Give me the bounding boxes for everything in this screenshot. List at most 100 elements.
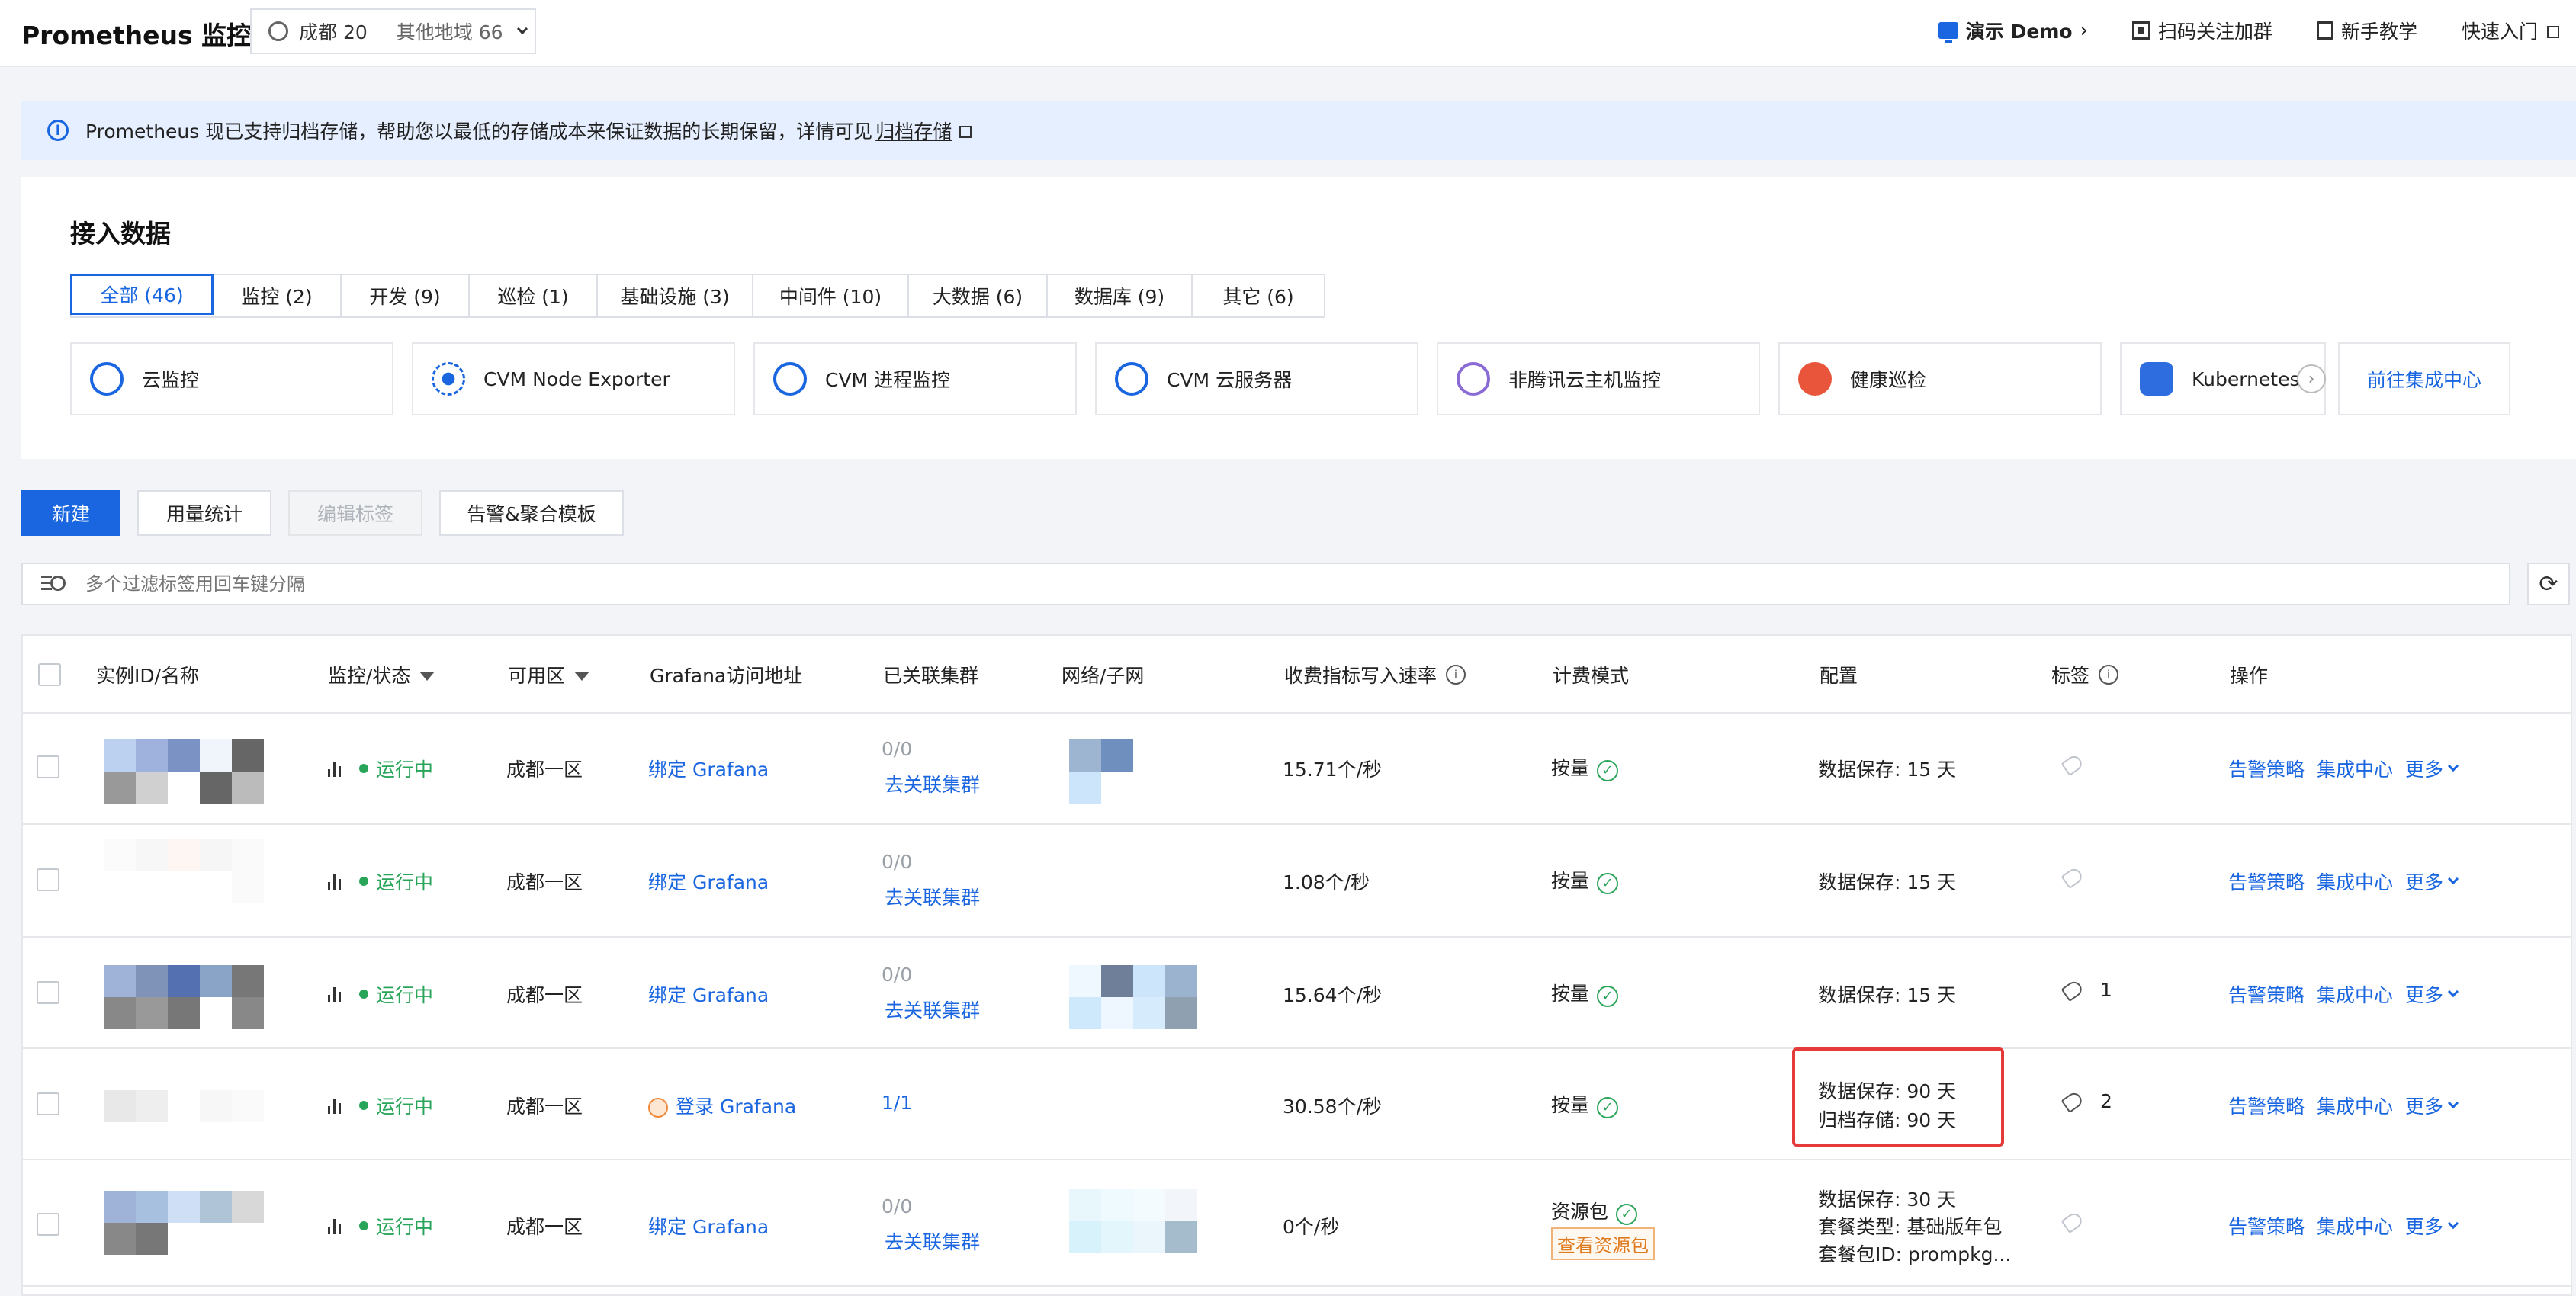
integration-center-link[interactable]: 集成中心 bbox=[2317, 980, 2393, 1008]
check-circle-icon: ✓ bbox=[1597, 759, 1619, 781]
info-icon[interactable]: i bbox=[1446, 665, 1466, 685]
config-package-id: 套餐包ID: prompkg... bbox=[1818, 1243, 2012, 1266]
access-data-title: 接入数据 bbox=[70, 219, 171, 249]
more-menu[interactable]: 更多 bbox=[2405, 755, 2459, 782]
integration-center-link[interactable]: 集成中心 bbox=[2317, 1092, 2393, 1119]
zone: 成都一区 bbox=[506, 759, 583, 781]
health-check-icon bbox=[1798, 362, 1832, 396]
demo-link[interactable]: 演示 Demo › bbox=[1938, 17, 2088, 44]
more-menu[interactable]: 更多 bbox=[2405, 868, 2459, 895]
integration-external-host[interactable]: 非腾讯云主机监控 bbox=[1437, 342, 1760, 415]
config-retention: 数据保存: 15 天 bbox=[1818, 984, 1957, 1006]
scan-join-group[interactable]: 扫码关注加群 bbox=[2131, 17, 2272, 44]
cluster-count: 0/0 bbox=[882, 1195, 913, 1217]
metrics-chart-icon[interactable] bbox=[328, 1097, 341, 1114]
more-menu[interactable]: 更多 bbox=[2405, 1092, 2459, 1119]
bind-grafana-link[interactable]: 绑定 Grafana bbox=[648, 755, 769, 782]
cloud-monitor-icon bbox=[90, 362, 124, 396]
bind-grafana-link[interactable]: 绑定 Grafana bbox=[648, 980, 769, 1008]
row-checkbox[interactable] bbox=[37, 868, 59, 891]
tab-infra[interactable]: 基础设施 (3) bbox=[598, 275, 753, 316]
integration-health-check[interactable]: 健康巡检 bbox=[1778, 342, 2102, 415]
row-ops: 告警策略 集成中心 更多 bbox=[2228, 1092, 2459, 1119]
tutorial-link[interactable]: 新手教学 bbox=[2316, 17, 2417, 44]
zone: 成都一区 bbox=[506, 1096, 583, 1118]
archive-storage-link[interactable]: 归档存储 bbox=[875, 117, 952, 144]
link-cluster-link[interactable]: 去关联集群 bbox=[885, 883, 980, 910]
view-resource-pack-button[interactable]: 查看资源包 bbox=[1551, 1227, 1655, 1260]
archive-notice: i Prometheus 现已支持归档存储，帮助您以最低的存储成本来保证数据的长… bbox=[21, 101, 2576, 160]
bind-grafana-link[interactable]: 绑定 Grafana bbox=[648, 868, 769, 895]
alert-policy-link[interactable]: 告警策略 bbox=[2228, 1092, 2305, 1119]
tab-all[interactable]: 全部 (46) bbox=[70, 274, 214, 315]
integration-list: 云监控 CVM Node Exporter CVM 进程监控 CVM 云服务器 … bbox=[70, 342, 2510, 415]
integration-kubernetes[interactable]: Kubernetes › bbox=[2120, 342, 2326, 415]
tag-filter-input[interactable] bbox=[85, 573, 2221, 595]
metrics-chart-icon[interactable] bbox=[328, 986, 341, 1002]
alert-policy-link[interactable]: 告警策略 bbox=[2228, 868, 2305, 895]
row-ops: 告警策略 集成中心 更多 bbox=[2228, 1212, 2459, 1240]
tab-inspection[interactable]: 巡检 (1) bbox=[470, 275, 598, 316]
row-checkbox[interactable] bbox=[37, 1213, 59, 1236]
link-cluster-link[interactable]: 去关联集群 bbox=[885, 1227, 980, 1255]
tag-cell[interactable]: 2 bbox=[2060, 1089, 2112, 1113]
integration-process-monitor[interactable]: CVM 进程监控 bbox=[753, 342, 1077, 415]
header-zone: 可用区 bbox=[508, 636, 590, 714]
row-checkbox[interactable] bbox=[37, 1092, 59, 1115]
quickstart-link[interactable]: 快速入门 bbox=[2462, 17, 2559, 44]
tag-cell[interactable] bbox=[2060, 752, 2085, 777]
region-selector[interactable]: 成都 20 其他地域 66 bbox=[250, 8, 536, 54]
tab-monitor[interactable]: 监控 (2) bbox=[214, 275, 342, 316]
refresh-icon: ⟳ bbox=[2539, 570, 2558, 598]
tab-middleware[interactable]: 中间件 (10) bbox=[753, 275, 909, 316]
top-bar: Prometheus 监控 成都 20 其他地域 66 演示 Demo › 扫码… bbox=[0, 0, 2576, 67]
scroll-right-arrow-icon[interactable]: › bbox=[2297, 364, 2326, 393]
zone: 成都一区 bbox=[506, 1216, 583, 1238]
edit-tags-button[interactable]: 编辑标签 bbox=[288, 490, 422, 536]
cluster-count-link[interactable]: 1/1 bbox=[882, 1092, 912, 1114]
filter-funnel-icon[interactable] bbox=[419, 672, 435, 681]
more-menu[interactable]: 更多 bbox=[2405, 980, 2459, 1008]
zone: 成都一区 bbox=[506, 984, 583, 1006]
metrics-chart-icon[interactable] bbox=[328, 1217, 341, 1234]
integration-cvm-server[interactable]: CVM 云服务器 bbox=[1095, 342, 1418, 415]
usage-stats-button[interactable]: 用量统计 bbox=[137, 490, 271, 536]
bind-grafana-link[interactable]: 绑定 Grafana bbox=[648, 1212, 769, 1240]
integration-center-link[interactable]: 集成中心 bbox=[2317, 868, 2393, 895]
tab-dev[interactable]: 开发 (9) bbox=[342, 275, 470, 316]
tag-cell[interactable]: 1 bbox=[2060, 978, 2112, 1002]
more-menu[interactable]: 更多 bbox=[2405, 1212, 2459, 1240]
header-network: 网络/子网 bbox=[1062, 665, 1145, 687]
tag-cell[interactable] bbox=[2060, 1210, 2085, 1234]
refresh-button[interactable]: ⟳ bbox=[2527, 563, 2570, 605]
alert-templates-button[interactable]: 告警&聚合模板 bbox=[439, 490, 624, 536]
login-grafana-link[interactable]: 登录 Grafana bbox=[648, 1092, 796, 1119]
metrics-chart-icon[interactable] bbox=[328, 873, 341, 890]
tab-database[interactable]: 数据库 (9) bbox=[1048, 275, 1193, 316]
grafana-icon bbox=[648, 1098, 668, 1118]
integration-center-link[interactable]: 集成中心 bbox=[2317, 755, 2393, 782]
tag-cell[interactable] bbox=[2060, 865, 2085, 890]
goto-integration-center[interactable]: 前往集成中心 bbox=[2338, 342, 2510, 415]
integration-cloud-monitor[interactable]: 云监控 bbox=[70, 342, 393, 415]
cluster-count: 0/0 bbox=[882, 738, 913, 760]
tab-other[interactable]: 其它 (6) bbox=[1193, 275, 1324, 316]
new-instance-button[interactable]: 新建 bbox=[21, 490, 120, 536]
alert-policy-link[interactable]: 告警策略 bbox=[2228, 755, 2305, 782]
info-icon[interactable]: i bbox=[2099, 665, 2119, 685]
metrics-chart-icon[interactable] bbox=[328, 760, 341, 777]
write-rate: 0个/秒 bbox=[1283, 1216, 1340, 1238]
integration-node-exporter[interactable]: CVM Node Exporter bbox=[412, 342, 735, 415]
row-checkbox[interactable] bbox=[37, 981, 59, 1004]
link-cluster-link[interactable]: 去关联集群 bbox=[885, 996, 980, 1023]
alert-policy-link[interactable]: 告警策略 bbox=[2228, 980, 2305, 1008]
filter-funnel-icon[interactable] bbox=[574, 672, 590, 681]
select-all-checkbox[interactable] bbox=[38, 663, 61, 686]
integration-center-link[interactable]: 集成中心 bbox=[2317, 1212, 2393, 1240]
tab-bigdata[interactable]: 大数据 (6) bbox=[909, 275, 1048, 316]
alert-policy-link[interactable]: 告警策略 bbox=[2228, 1212, 2305, 1240]
link-cluster-link[interactable]: 去关联集群 bbox=[885, 770, 980, 797]
row-checkbox[interactable] bbox=[37, 755, 59, 778]
masked-instance-id bbox=[104, 739, 264, 804]
config-retention: 数据保存: 15 天 bbox=[1818, 759, 1957, 781]
